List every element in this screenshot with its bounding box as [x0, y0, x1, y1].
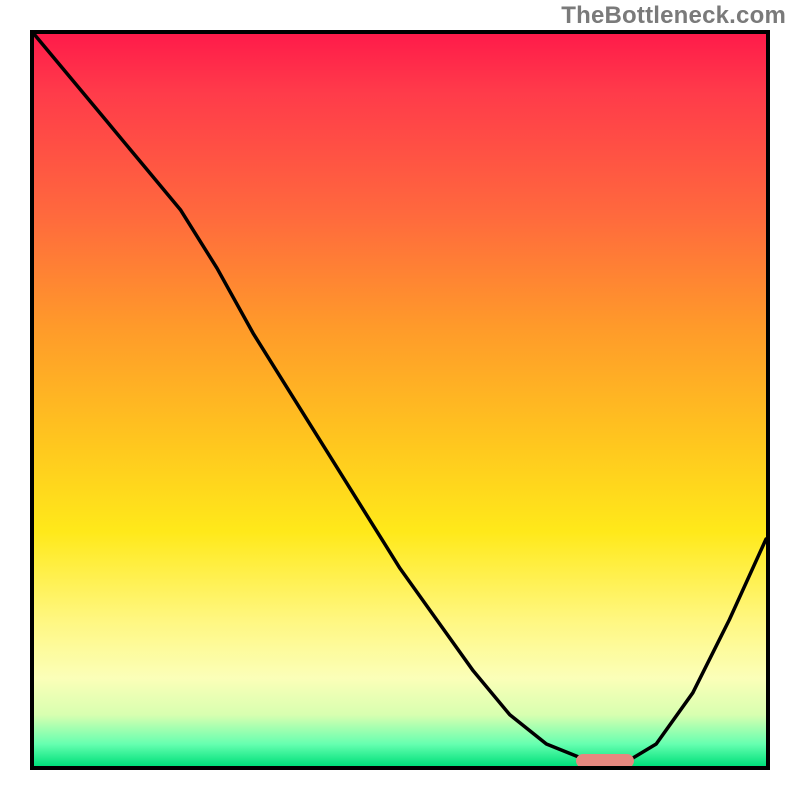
chart-minimum-marker [576, 754, 635, 768]
watermark-text: TheBottleneck.com [561, 2, 786, 30]
chart-frame [30, 30, 770, 770]
chart-line-path [34, 34, 766, 766]
chart-line-svg [34, 34, 766, 766]
